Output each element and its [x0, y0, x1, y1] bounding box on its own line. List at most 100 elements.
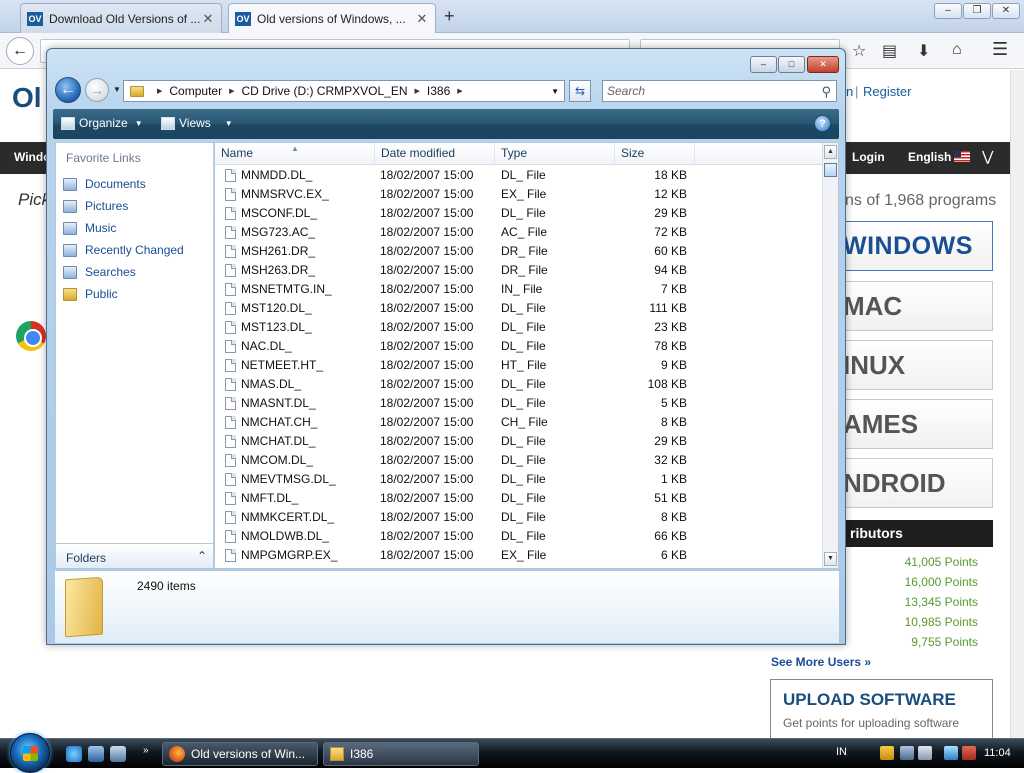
file-row[interactable]: NMPGMGRP.EX_ 18/02/2007 15:00 EX_ File 6 KB — [215, 546, 823, 565]
favorite-recently-changed[interactable]: Recently Changed — [63, 241, 184, 259]
breadcrumb-arrow-icon[interactable]: ▶ — [415, 87, 420, 95]
explorer-close-button[interactable]: ✕ — [807, 56, 839, 73]
register-link[interactable]: Register — [863, 84, 911, 99]
tab-close-icon[interactable]: ✕ — [415, 11, 429, 27]
help-icon[interactable]: ? — [814, 115, 831, 132]
file-row[interactable]: MSH263.DR_ 18/02/2007 15:00 DR_ File 94 KB — [215, 261, 823, 280]
column-date-modified[interactable]: Date modified — [375, 143, 495, 165]
tab-old-versions-windows[interactable]: OV Old versions of Windows, ... ✕ — [228, 3, 436, 33]
favorite-searches[interactable]: Searches — [63, 263, 136, 281]
breadcrumb-arrow-icon[interactable]: ▶ — [457, 87, 462, 95]
platform-mac[interactable]: MAC — [836, 281, 993, 331]
file-row[interactable]: MSNETMTG.IN_ 18/02/2007 15:00 IN_ File 7 KB — [215, 280, 823, 299]
volume-icon[interactable] — [918, 746, 932, 760]
file-row[interactable]: NMMKCERT.DL_ 18/02/2007 15:00 DL_ File 8 KB — [215, 508, 823, 527]
breadcrumb-arrow-icon[interactable]: ▶ — [229, 87, 234, 95]
login-link-fragment[interactable]: n — [846, 84, 853, 99]
browser-minimize-button[interactable]: ‒ — [934, 3, 962, 19]
platform-android[interactable]: NDROID — [836, 458, 993, 508]
show-desktop-icon[interactable] — [88, 746, 104, 762]
page-scrollbar[interactable] — [1010, 70, 1024, 738]
file-row[interactable]: NMCOM.DL_ 18/02/2007 15:00 DL_ File 32 KB — [215, 451, 823, 470]
favorite-pictures[interactable]: Pictures — [63, 197, 128, 215]
sync-icon[interactable] — [944, 746, 958, 760]
explorer-maximize-button[interactable]: □ — [778, 56, 805, 73]
quicklaunch-overflow-icon[interactable]: » — [143, 745, 149, 756]
scroll-up-icon[interactable]: ▲ — [824, 145, 837, 159]
platform-linux[interactable]: INUX — [836, 340, 993, 390]
address-bar[interactable]: ▶ Computer ▶ CD Drive (D:) CRMPXVOL_EN ▶… — [123, 80, 565, 102]
file-list-scrollbar[interactable]: ▲ ▼ — [822, 143, 838, 568]
back-arrow-icon[interactable]: ← — [55, 77, 81, 103]
column-name[interactable]: ▲ Name — [215, 143, 375, 165]
file-list[interactable]: ▲ Name Date modified Type Size MNMDD.DL_… — [214, 142, 839, 569]
see-more-users-link[interactable]: See More Users » — [771, 655, 871, 669]
breadcrumb-i386[interactable]: I386 — [427, 84, 450, 98]
file-row[interactable]: MSCONF.DL_ 18/02/2007 15:00 DL_ File 29 KB — [215, 204, 823, 223]
file-row[interactable]: NMAS.DL_ 18/02/2007 15:00 DL_ File 108 KB — [215, 375, 823, 394]
search-icon[interactable]: ⚲ — [821, 82, 831, 102]
address-dropdown-icon[interactable]: ▼ — [551, 87, 564, 96]
internet-explorer-icon[interactable] — [66, 746, 82, 762]
column-type[interactable]: Type — [495, 143, 615, 165]
refresh-icon[interactable]: ⇆ — [569, 80, 591, 102]
views-button[interactable]: Views ▼ — [161, 116, 233, 130]
file-row[interactable]: MSH261.DR_ 18/02/2007 15:00 DR_ File 60 KB — [215, 242, 823, 261]
file-row[interactable]: MNMSRVC.EX_ 18/02/2007 15:00 EX_ File 12 KB — [215, 185, 823, 204]
breadcrumb-cd-drive[interactable]: CD Drive (D:) CRMPXVOL_EN — [241, 84, 407, 98]
taskbar-explorer[interactable]: I386 — [323, 742, 479, 766]
platform-games[interactable]: AMES — [836, 399, 993, 449]
taskbar-firefox[interactable]: Old versions of Win... — [162, 742, 318, 766]
scroll-down-icon[interactable]: ▼ — [824, 552, 837, 566]
browser-maximize-button[interactable]: ❐ — [963, 3, 991, 19]
recent-pages-chevron-icon[interactable]: ▼ — [113, 85, 121, 94]
favorite-documents[interactable]: Documents — [63, 175, 146, 193]
explorer-minimize-button[interactable]: ‒ — [750, 56, 777, 73]
tab-download-old-versions[interactable]: OV Download Old Versions of ... ✕ — [20, 3, 222, 33]
scroll-thumb[interactable] — [824, 163, 837, 177]
explorer-search-input[interactable]: Search ⚲ — [602, 80, 837, 102]
switch-windows-icon[interactable] — [110, 746, 126, 762]
speaker-muted-icon[interactable] — [962, 746, 976, 760]
site-logo[interactable]: Ol — [12, 82, 42, 114]
organize-button[interactable]: Organize ▼ — [61, 116, 143, 130]
tab-close-icon[interactable]: ✕ — [201, 11, 215, 27]
network-icon[interactable] — [900, 746, 914, 760]
file-row[interactable]: NETMEET.HT_ 18/02/2007 15:00 HT_ File 9 KB — [215, 356, 823, 375]
file-row[interactable]: NAC.DL_ 18/02/2007 15:00 DL_ File 78 KB — [215, 337, 823, 356]
chevron-down-icon[interactable]: ⋁ — [982, 148, 993, 165]
file-row[interactable]: MNMDD.DL_ 18/02/2007 15:00 DL_ File 18 KB — [215, 166, 823, 185]
platform-windows[interactable]: WINDOWS — [836, 221, 993, 271]
nav-language-select[interactable]: English — [908, 150, 951, 164]
nav-login-link[interactable]: Login — [852, 150, 885, 164]
new-tab-button[interactable]: + — [444, 6, 455, 27]
favorite-music[interactable]: Music — [63, 219, 116, 237]
file-row[interactable]: NMASNT.DL_ 18/02/2007 15:00 DL_ File 5 KB — [215, 394, 823, 413]
home-icon[interactable]: ⌂ — [952, 41, 962, 59]
shield-icon[interactable] — [880, 746, 894, 760]
file-row[interactable]: NMEVTMSG.DL_ 18/02/2007 15:00 DL_ File 1 KB — [215, 470, 823, 489]
breadcrumb-arrow-icon[interactable]: ▶ — [157, 87, 162, 95]
file-row[interactable]: NMCHAT.DL_ 18/02/2007 15:00 DL_ File 29 KB — [215, 432, 823, 451]
folders-toggle[interactable]: Folders ⌃ — [55, 543, 213, 569]
file-row[interactable]: MST123.DL_ 18/02/2007 15:00 DL_ File 23 KB — [215, 318, 823, 337]
language-indicator[interactable]: IN — [836, 746, 847, 758]
file-row[interactable]: MST120.DL_ 18/02/2007 15:00 DL_ File 111 KB — [215, 299, 823, 318]
browser-close-button[interactable]: ✕ — [992, 3, 1020, 19]
back-arrow-icon[interactable]: ← — [6, 37, 34, 65]
file-row[interactable]: NMFT.DL_ 18/02/2007 15:00 DL_ File 51 KB — [215, 489, 823, 508]
chrome-icon[interactable] — [16, 321, 46, 351]
file-row[interactable]: NMOLDWB.DL_ 18/02/2007 15:00 DL_ File 66 KB — [215, 527, 823, 546]
file-row[interactable]: MSG723.AC_ 18/02/2007 15:00 AC_ File 72 KB — [215, 223, 823, 242]
favorite-public[interactable]: Public — [63, 285, 118, 303]
system-clock[interactable]: 11:04 — [984, 747, 1011, 759]
download-icon[interactable]: ⬇ — [917, 41, 930, 61]
file-row[interactable]: NMCHAT.CH_ 18/02/2007 15:00 CH_ File 8 KB — [215, 413, 823, 432]
column-size[interactable]: Size — [615, 143, 695, 165]
forward-arrow-icon[interactable]: → — [85, 78, 109, 102]
menu-icon[interactable]: ☰ — [992, 39, 1008, 60]
bookmark-star-icon[interactable]: ☆ — [852, 41, 866, 61]
breadcrumb-computer[interactable]: Computer — [169, 84, 222, 98]
reading-list-icon[interactable]: ▤ — [882, 41, 897, 61]
start-button[interactable] — [10, 733, 50, 773]
